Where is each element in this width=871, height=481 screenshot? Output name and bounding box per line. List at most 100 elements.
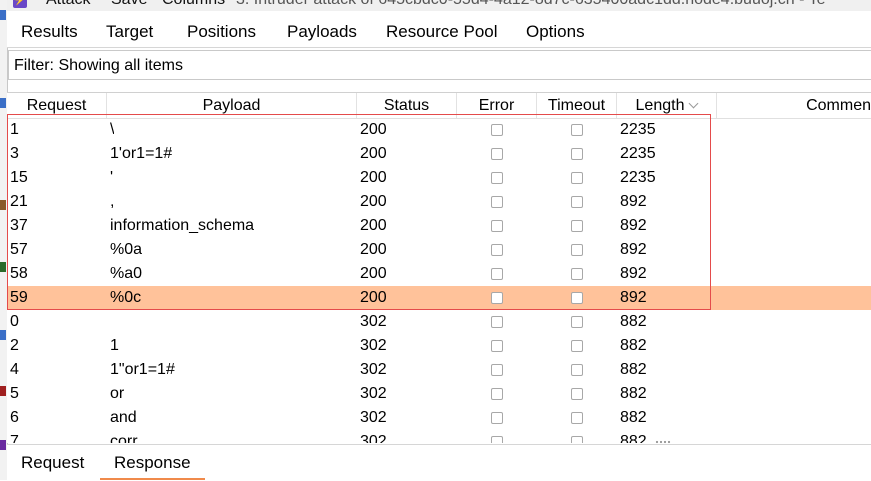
cell-payload: \ bbox=[110, 121, 115, 138]
timeout-checkbox[interactable] bbox=[571, 268, 583, 280]
menu-columns[interactable]: Columns bbox=[162, 0, 225, 9]
tab-target[interactable]: Target bbox=[106, 22, 153, 42]
cell-status: 200 bbox=[360, 289, 387, 306]
timeout-checkbox[interactable] bbox=[571, 436, 583, 443]
cell-status: 302 bbox=[360, 409, 387, 426]
error-checkbox[interactable] bbox=[491, 220, 503, 232]
tab-positions[interactable]: Positions bbox=[187, 22, 256, 42]
table-row[interactable]: 0 302 882 bbox=[7, 310, 871, 334]
cell-payload: corr bbox=[110, 433, 138, 443]
table-row[interactable]: 58 %a0 200 892 bbox=[7, 262, 871, 286]
tab-results[interactable]: Results bbox=[11, 22, 88, 56]
cell-request: 7 bbox=[10, 433, 19, 443]
cell-status: 200 bbox=[360, 265, 387, 282]
message-tab-bar: Request Response bbox=[7, 444, 871, 481]
column-header-timeout[interactable]: Timeout bbox=[537, 93, 617, 118]
column-header-error[interactable]: Error bbox=[457, 93, 537, 118]
timeout-checkbox[interactable] bbox=[571, 172, 583, 184]
column-header-comment[interactable]: Commen bbox=[717, 93, 871, 118]
cell-payload: , bbox=[110, 193, 115, 210]
cell-payload: ' bbox=[110, 169, 114, 186]
column-header-status[interactable]: Status bbox=[357, 93, 457, 118]
column-header-request[interactable]: Request bbox=[7, 93, 107, 118]
cell-request: 2 bbox=[10, 337, 19, 354]
cell-length: 882 bbox=[620, 385, 647, 402]
table-row[interactable]: 57 %0a 200 892 bbox=[7, 238, 871, 262]
timeout-checkbox[interactable] bbox=[571, 412, 583, 424]
cell-request: 15 bbox=[10, 169, 28, 186]
window-title: 3. Intruder attack of 645cbdc0-55d4-4a12… bbox=[236, 0, 825, 9]
cell-status: 200 bbox=[360, 145, 387, 162]
cell-status: 302 bbox=[360, 385, 387, 402]
table-row[interactable]: 7 corr 302 882 bbox=[7, 430, 871, 443]
error-checkbox[interactable] bbox=[491, 196, 503, 208]
error-checkbox[interactable] bbox=[491, 268, 503, 280]
cell-length: 892 bbox=[620, 217, 647, 234]
timeout-checkbox[interactable] bbox=[571, 244, 583, 256]
cell-status: 302 bbox=[360, 361, 387, 378]
error-checkbox[interactable] bbox=[491, 364, 503, 376]
table-row[interactable]: 3 1'or1=1# 200 2235 bbox=[7, 142, 871, 166]
cell-length: 882 bbox=[620, 409, 647, 426]
timeout-checkbox[interactable] bbox=[571, 316, 583, 328]
cell-request: 21 bbox=[10, 193, 28, 210]
cell-request: 3 bbox=[10, 145, 19, 162]
error-checkbox[interactable] bbox=[491, 316, 503, 328]
table-row[interactable]: 6 and 302 882 bbox=[7, 406, 871, 430]
cell-payload: %0c bbox=[110, 289, 142, 306]
error-checkbox[interactable] bbox=[491, 292, 503, 304]
table-row[interactable]: 15 ' 200 2235 bbox=[7, 166, 871, 190]
cell-payload: or bbox=[110, 385, 125, 402]
table-row[interactable]: 1 \ 200 2235 bbox=[7, 118, 871, 142]
error-checkbox[interactable] bbox=[491, 388, 503, 400]
cell-length: 892 bbox=[620, 265, 647, 282]
cell-request: 58 bbox=[10, 265, 28, 282]
error-checkbox[interactable] bbox=[491, 244, 503, 256]
cell-length: 892 bbox=[620, 241, 647, 258]
cell-request: 4 bbox=[10, 361, 19, 378]
tab-options[interactable]: Options bbox=[526, 22, 585, 42]
filter-bar[interactable]: Filter: Showing all items bbox=[8, 50, 871, 80]
timeout-checkbox[interactable] bbox=[571, 220, 583, 232]
cell-length: 882 bbox=[620, 433, 647, 443]
cell-status: 302 bbox=[360, 337, 387, 354]
column-header-length[interactable]: Length bbox=[617, 93, 717, 118]
tab-response[interactable]: Response bbox=[100, 453, 205, 480]
error-checkbox[interactable] bbox=[491, 436, 503, 443]
error-checkbox[interactable] bbox=[491, 340, 503, 352]
table-row[interactable]: 37 information_schema 200 892 bbox=[7, 214, 871, 238]
timeout-checkbox[interactable] bbox=[571, 364, 583, 376]
table-row[interactable]: 2 1 302 882 bbox=[7, 334, 871, 358]
cell-request: 0 bbox=[10, 313, 19, 330]
table-row[interactable]: 59 %0c 200 892 bbox=[7, 286, 871, 310]
error-checkbox[interactable] bbox=[491, 412, 503, 424]
error-checkbox[interactable] bbox=[491, 148, 503, 160]
table-row[interactable]: 4 1"or1=1# 302 882 bbox=[7, 358, 871, 382]
menu-attack[interactable]: Attack bbox=[46, 0, 90, 9]
column-header-payload[interactable]: Payload bbox=[107, 93, 357, 118]
menu-save[interactable]: Save bbox=[111, 0, 147, 9]
cell-request: 37 bbox=[10, 217, 28, 234]
cell-request: 5 bbox=[10, 385, 19, 402]
timeout-checkbox[interactable] bbox=[571, 340, 583, 352]
tab-request[interactable]: Request bbox=[21, 453, 84, 473]
cell-request: 6 bbox=[10, 409, 19, 426]
cell-request: 1 bbox=[10, 121, 19, 138]
tab-resource-pool[interactable]: Resource Pool bbox=[386, 22, 498, 42]
table-row[interactable]: 5 or 302 882 bbox=[7, 382, 871, 406]
error-checkbox[interactable] bbox=[491, 124, 503, 136]
cell-length: 2235 bbox=[620, 145, 656, 162]
table-row[interactable]: 21, 200 892 bbox=[7, 190, 871, 214]
timeout-checkbox[interactable] bbox=[571, 292, 583, 304]
cell-status: 200 bbox=[360, 241, 387, 258]
cell-status: 200 bbox=[360, 217, 387, 234]
cell-payload: %a0 bbox=[110, 265, 143, 282]
error-checkbox[interactable] bbox=[491, 172, 503, 184]
timeout-checkbox[interactable] bbox=[571, 124, 583, 136]
timeout-checkbox[interactable] bbox=[571, 388, 583, 400]
timeout-checkbox[interactable] bbox=[571, 196, 583, 208]
timeout-checkbox[interactable] bbox=[571, 148, 583, 160]
cell-status: 302 bbox=[360, 313, 387, 330]
tab-payloads[interactable]: Payloads bbox=[287, 22, 357, 42]
cell-payload: %0a bbox=[110, 241, 143, 258]
